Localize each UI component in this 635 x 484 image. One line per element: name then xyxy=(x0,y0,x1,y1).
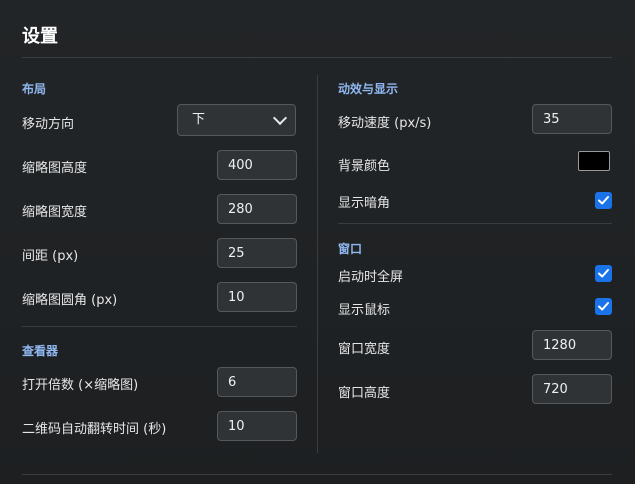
thumb-width-input[interactable] xyxy=(217,194,297,224)
radius-input[interactable] xyxy=(217,282,297,312)
bottom-divider xyxy=(22,474,612,475)
effects-divider xyxy=(338,223,612,224)
direction-select-value: 下 xyxy=(192,112,206,127)
column-divider xyxy=(317,75,318,453)
vignette-checkbox[interactable] xyxy=(595,192,612,209)
window-height-label: 窗口高度 xyxy=(338,386,391,401)
section-title-viewer: 查看器 xyxy=(22,344,59,358)
direction-label: 移动方向 xyxy=(22,117,75,132)
checkmark-icon xyxy=(598,302,609,311)
thumb-height-label: 缩略图高度 xyxy=(22,161,88,176)
window-width-input[interactable] xyxy=(532,330,612,360)
checkmark-icon xyxy=(598,196,609,205)
cursor-checkbox[interactable] xyxy=(595,298,612,315)
cursor-label: 显示鼠标 xyxy=(338,303,391,318)
title-divider xyxy=(22,57,612,58)
open-scale-input[interactable] xyxy=(217,367,297,397)
section-title-window: 窗口 xyxy=(338,242,363,256)
radius-label: 缩略图圆角 (px) xyxy=(22,293,118,308)
qr-flip-input[interactable] xyxy=(217,411,297,441)
section-title-layout: 布局 xyxy=(22,82,47,96)
qr-flip-label: 二维码自动翻转时间 (秒) xyxy=(22,422,167,437)
direction-select[interactable]: 下 xyxy=(177,104,296,136)
section-title-effects: 动效与显示 xyxy=(338,82,399,96)
spacing-label: 间距 (px) xyxy=(22,249,79,264)
chevron-down-icon xyxy=(272,110,288,126)
layout-divider xyxy=(22,326,297,327)
speed-label: 移动速度 (px/s) xyxy=(338,116,432,131)
checkmark-icon xyxy=(598,269,609,278)
bg-color-label: 背景颜色 xyxy=(338,159,391,174)
bg-color-swatch[interactable] xyxy=(578,151,610,171)
vignette-label: 显示暗角 xyxy=(338,196,391,211)
thumb-width-label: 缩略图宽度 xyxy=(22,205,88,220)
window-width-label: 窗口宽度 xyxy=(338,342,391,357)
settings-panel: 设置 布局 移动方向 下 缩略图高度 缩略图宽度 间距 (px) 缩略图圆角 (… xyxy=(0,0,635,484)
fullscreen-label: 启动时全屏 xyxy=(338,270,404,285)
thumb-height-input[interactable] xyxy=(217,150,297,180)
fullscreen-checkbox[interactable] xyxy=(595,265,612,282)
speed-input[interactable] xyxy=(532,104,612,134)
spacing-input[interactable] xyxy=(217,238,297,268)
open-scale-label: 打开倍数 (×缩略图) xyxy=(22,378,139,393)
page-title: 设置 xyxy=(22,26,58,47)
window-height-input[interactable] xyxy=(532,374,612,404)
